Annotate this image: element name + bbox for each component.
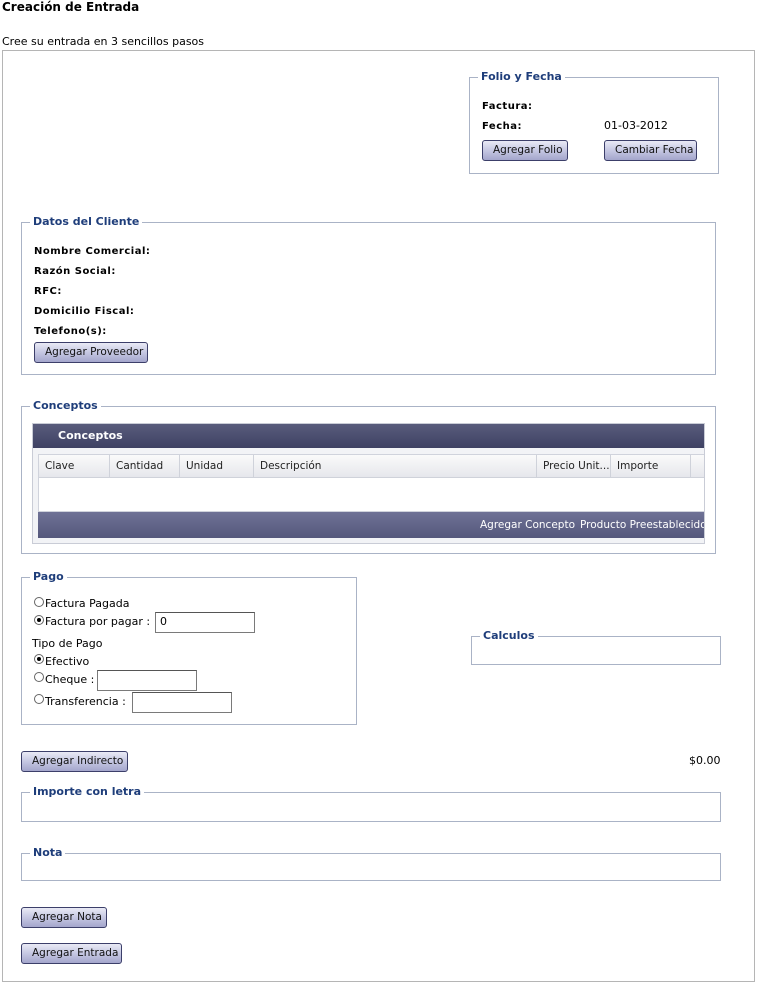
efectivo-label: Efectivo	[45, 655, 90, 668]
agregar-nota-button[interactable]: Agregar Nota	[21, 907, 107, 928]
factura-label: Factura:	[482, 101, 533, 112]
page-title: Creación de Entrada	[2, 0, 140, 14]
calculos-fieldset: Calculos	[471, 629, 721, 665]
rfc-label: RFC:	[34, 286, 62, 297]
agregar-folio-button[interactable]: Agregar Folio	[482, 140, 568, 161]
fecha-label: Fecha:	[482, 121, 523, 132]
efectivo-radio[interactable]	[34, 654, 44, 664]
nombre-comercial-label: Nombre Comercial:	[34, 246, 151, 257]
factura-por-pagar-radio[interactable]	[34, 615, 44, 625]
page-subtitle: Cree su entrada en 3 sencillos pasos	[2, 35, 205, 48]
conceptos-grid-title: Conceptos	[33, 424, 704, 448]
transferencia-input[interactable]	[132, 692, 232, 713]
column-precio-unitario[interactable]: Precio Unit...	[537, 455, 611, 478]
factura-pagada-label: Factura Pagada	[45, 597, 130, 610]
pago-legend: Pago	[30, 570, 67, 583]
razon-social-label: Razón Social:	[34, 266, 116, 277]
tipo-pago-label: Tipo de Pago	[32, 637, 103, 650]
importe-letra-fieldset: Importe con letra	[21, 785, 721, 822]
factura-por-pagar-input[interactable]: 0	[155, 612, 255, 633]
factura-por-pagar-label: Factura por pagar :	[45, 615, 151, 628]
conceptos-fieldset: Conceptos Conceptos Clave Cantidad Unida…	[21, 399, 716, 554]
column-descripcion[interactable]: Descripción	[254, 455, 537, 478]
agregar-proveedor-button[interactable]: Agregar Proveedor	[34, 342, 148, 363]
cliente-fieldset: Datos del Cliente Nombre Comercial: Razó…	[21, 215, 716, 375]
calculos-legend: Calculos	[480, 629, 538, 642]
folio-legend: Folio y Fecha	[478, 70, 565, 83]
telefono-label: Telefono(s):	[34, 326, 107, 337]
cambiar-fecha-button[interactable]: Cambiar Fecha	[604, 140, 697, 161]
factura-pagada-radio[interactable]	[34, 597, 44, 607]
cheque-label: Cheque :	[45, 673, 95, 686]
conceptos-table: Clave Cantidad Unidad Descripción Precio…	[38, 454, 704, 512]
cliente-legend: Datos del Cliente	[30, 215, 143, 228]
nota-legend: Nota	[30, 846, 66, 859]
conceptos-table-header: Clave Cantidad Unidad Descripción Precio…	[39, 455, 704, 478]
pago-fieldset: Pago Factura Pagada Factura por pagar : …	[21, 570, 357, 725]
transferencia-radio[interactable]	[34, 694, 44, 704]
cheque-radio[interactable]	[34, 672, 44, 682]
conceptos-legend: Conceptos	[30, 399, 101, 412]
column-cantidad[interactable]: Cantidad	[110, 455, 180, 478]
nota-fieldset: Nota	[21, 846, 721, 881]
conceptos-grid: Conceptos Clave Cantidad Unidad Descripc…	[32, 423, 705, 544]
column-unidad[interactable]: Unidad	[180, 455, 254, 478]
transferencia-label: Transferencia :	[45, 695, 126, 708]
importe-letra-legend: Importe con letra	[30, 785, 145, 798]
cheque-input[interactable]	[97, 670, 197, 691]
producto-preestablecido-button[interactable]: Producto Preestablecido	[580, 512, 704, 538]
column-importe[interactable]: Importe	[611, 455, 691, 478]
conceptos-grid-toolbar: Agregar Concepto Producto Preestablecido	[38, 512, 704, 538]
domicilio-fiscal-label: Domicilio Fiscal:	[34, 306, 135, 317]
fecha-value: 01-03-2012	[604, 119, 668, 132]
agregar-concepto-button[interactable]: Agregar Concepto	[480, 512, 575, 538]
agregar-indirecto-button[interactable]: Agregar Indirecto	[21, 751, 128, 772]
folio-fieldset: Folio y Fecha Factura: Fecha: 01-03-2012…	[469, 70, 719, 174]
total-amount: $0.00	[689, 754, 721, 767]
agregar-entrada-button[interactable]: Agregar Entrada	[21, 943, 122, 964]
column-clave[interactable]: Clave	[39, 455, 110, 478]
